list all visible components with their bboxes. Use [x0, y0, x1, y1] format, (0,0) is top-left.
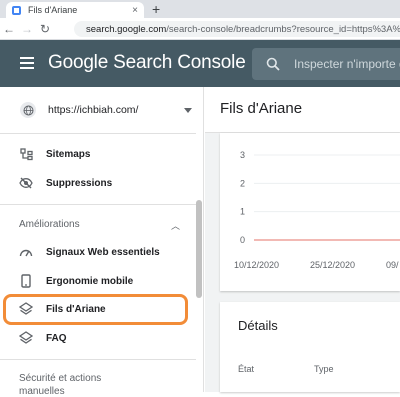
- details-card: Détails État Type: [220, 302, 400, 392]
- highlight-annotation: [3, 294, 188, 325]
- x-tick-label: 10/12/2020: [234, 260, 279, 270]
- search-icon: [266, 57, 280, 71]
- chevron-up-icon[interactable]: ︿: [171, 219, 180, 232]
- url-path: /search-console/breadcrumbs?resource_id=…: [166, 23, 400, 35]
- layers-icon: [19, 331, 33, 345]
- details-title: Détails: [238, 318, 278, 333]
- gauge-icon: [19, 245, 33, 259]
- forward-arrow-icon[interactable]: →: [18, 22, 36, 36]
- reload-icon[interactable]: ↻: [36, 22, 54, 36]
- sidebar-item-label: Suppressions: [46, 177, 113, 189]
- brand-google: Google: [48, 52, 109, 73]
- sidebar-item-faq[interactable]: FAQ: [12, 325, 192, 351]
- caret-down-icon: [184, 107, 192, 113]
- product-logo[interactable]: Google Search Console: [48, 52, 246, 74]
- browser-tab-title: Fils d'Ariane: [28, 5, 78, 15]
- y-tick-label: 1: [240, 207, 245, 217]
- new-tab-button[interactable]: +: [152, 1, 160, 17]
- x-tick-label: 25/12/2020: [310, 260, 355, 270]
- sidebar-item-label: Sitemaps: [46, 148, 91, 160]
- section-title-security: Sécurité et actions: [19, 373, 102, 384]
- sidebar-item-web-vitals[interactable]: Signaux Web essentiels: [12, 239, 192, 265]
- browser-toolbar: ← → ↻ search.google.com /search-console/…: [0, 18, 400, 40]
- page-title: Fils d'Ariane: [220, 100, 303, 117]
- address-bar[interactable]: search.google.com /search-console/breadc…: [74, 21, 400, 37]
- phone-icon: [19, 274, 33, 288]
- search-console-favicon-icon: [12, 5, 21, 15]
- page-header: Fils d'Ariane: [205, 87, 400, 133]
- sidebar: https://ichbiah.com/ Sitemaps Suppressio…: [0, 87, 204, 397]
- url-domain: search.google.com: [86, 23, 167, 35]
- performance-chart: 3 2 1 0 10/12/2020 25/12/2020 09/: [234, 150, 400, 270]
- search-placeholder: Inspecter n'importe quelle URL: [294, 57, 400, 71]
- sidebar-item-mobile-usability[interactable]: Ergonomie mobile: [12, 268, 192, 294]
- main-content: Fils d'Ariane 3 2 1 0 10/12/2020 25/12/2020 09…: [205, 87, 400, 392]
- chart-card: 3 2 1 0 10/12/2020 25/12/2020 09/: [220, 133, 400, 291]
- sidebar-item-suppressions[interactable]: Suppressions: [12, 170, 192, 196]
- section-title-ameliorations: Améliorations: [19, 219, 80, 230]
- url-inspection-search[interactable]: Inspecter n'importe quelle URL: [252, 48, 400, 80]
- sidebar-item-label: Signaux Web essentiels: [46, 246, 160, 258]
- column-header-type[interactable]: Type: [314, 364, 334, 374]
- property-url: https://ichbiah.com/: [48, 104, 139, 116]
- y-tick-label: 0: [240, 235, 245, 245]
- column-header-state[interactable]: État: [238, 364, 254, 374]
- sidebar-scrollbar[interactable]: [196, 200, 202, 298]
- menu-icon[interactable]: [20, 57, 34, 69]
- sidebar-divider: [0, 204, 196, 205]
- property-selector[interactable]: https://ichbiah.com/: [12, 97, 198, 123]
- y-tick-label: 2: [240, 178, 245, 188]
- sitemap-icon: [19, 147, 33, 161]
- y-tick-label: 3: [240, 150, 245, 160]
- sidebar-item-sitemaps[interactable]: Sitemaps: [12, 141, 192, 167]
- x-tick-label: 09/: [386, 260, 399, 270]
- brand-product: Search Console: [113, 52, 246, 73]
- sidebar-divider: [0, 133, 196, 134]
- browser-tab-strip: Fils d'Ariane × +: [0, 0, 400, 18]
- sidebar-item-label: Ergonomie mobile: [46, 275, 134, 287]
- app-header: Google Search Console Inspecter n'import…: [0, 40, 400, 87]
- back-arrow-icon[interactable]: ←: [0, 22, 18, 36]
- globe-icon: [20, 102, 36, 118]
- eye-off-icon: [19, 176, 33, 190]
- close-tab-icon[interactable]: ×: [132, 5, 138, 16]
- browser-tab[interactable]: Fils d'Ariane ×: [6, 2, 144, 18]
- sidebar-divider: [0, 359, 196, 360]
- sidebar-item-label: FAQ: [46, 332, 67, 344]
